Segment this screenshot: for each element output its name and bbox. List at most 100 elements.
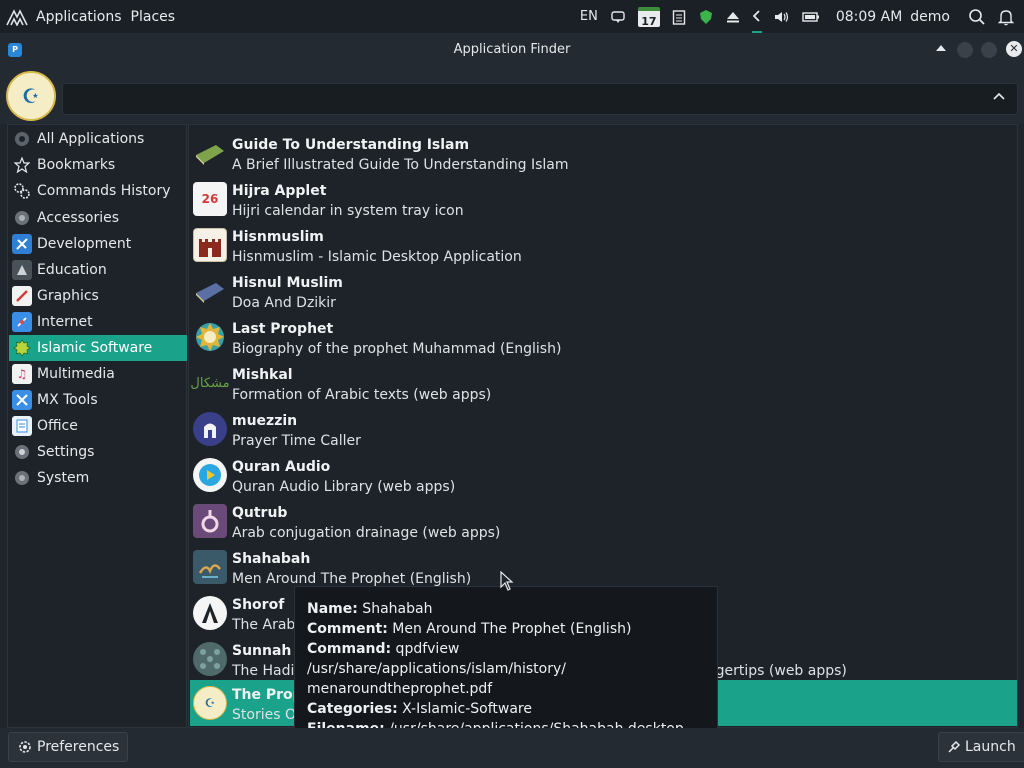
shahabah-icon [193,550,227,584]
applications-menu[interactable]: Applications [36,9,122,25]
list-item[interactable]: Shahabah Men Around The Prophet (English… [190,544,1017,590]
islamic-icon [12,338,32,358]
notification-icon[interactable] [610,0,626,33]
maximize-button[interactable] [981,42,997,58]
education-icon [12,260,32,280]
language-indicator[interactable]: EN [580,0,598,33]
user-name[interactable]: demo [910,9,950,25]
places-menu[interactable]: Places [131,9,176,25]
search-icon[interactable] [968,0,986,33]
category-islamic-software[interactable]: Islamic Software [9,335,187,361]
prophet-icon: ☪ [193,686,227,720]
app-emblem-icon: ☪ [6,71,56,121]
tooltip-command-value-cont: menaroundtheprophet.pdf [307,681,493,697]
calendar-day: 17 [637,6,660,28]
category-label: Internet [37,314,93,330]
list-item[interactable]: 26 Hijra Applet Hijri calendar in system… [190,176,1017,222]
play-icon [193,458,227,492]
tooltip-comment-value: Men Around The Prophet (English) [387,621,632,637]
preferences-label: Preferences [37,739,120,755]
clipboard-icon[interactable] [672,0,686,33]
multimedia-icon: ♫ [12,364,32,384]
window-titlebar[interactable]: P Application Finder ✕ [0,33,1024,67]
calendar-tray-icon[interactable]: 17 [637,0,660,33]
battery-icon[interactable] [802,0,820,33]
category-mx-tools[interactable]: MX Tools [9,387,187,413]
shield-icon[interactable] [698,0,714,33]
category-label: Settings [37,444,95,460]
collapse-chevron-icon[interactable] [992,91,1006,101]
calligraphy-icon: مشكال [190,375,230,391]
category-all-applications[interactable]: All Applications [9,126,187,152]
category-label: System [37,470,90,486]
category-settings[interactable]: Settings [9,439,187,465]
shorof-icon [193,596,227,630]
category-accessories[interactable]: Accessories [9,205,187,231]
settings-icon [12,442,32,462]
calendar-icon: 26 [193,182,227,216]
list-item[interactable]: مشكال Mishkal Formation of Arabic texts … [190,360,1017,406]
star-icon [12,155,32,175]
tooltip-categories-label: Categories: [307,701,398,717]
list-item[interactable]: Qutrub Arab conjugation drainage (web ap… [190,498,1017,544]
list-item[interactable]: Hisnul Muslim Doa And Dzikir [190,268,1017,314]
category-internet[interactable]: Internet [9,309,187,335]
list-item[interactable]: Quran Audio Quran Audio Library (web app… [190,452,1017,498]
category-multimedia[interactable]: ♫ Multimedia [9,361,187,387]
book-icon [193,136,227,170]
category-label: Office [37,418,78,434]
category-bookmarks[interactable]: Bookmarks [9,152,187,178]
pattern-icon [193,642,227,676]
accessories-icon [12,208,32,228]
volume-icon[interactable] [774,0,790,33]
category-system[interactable]: System [9,465,187,491]
close-button[interactable]: ✕ [1006,41,1022,57]
all-apps-icon [12,129,32,149]
tray-expand-icon[interactable] [751,0,762,33]
keep-above-icon[interactable] [936,45,946,51]
top-panel: Applications Places EN 17 08:09 AM demo [0,0,1024,33]
mouse-cursor-icon [500,571,514,591]
launch-button[interactable]: Launch [938,732,1024,762]
category-commands-history[interactable]: Commands History [9,178,187,204]
category-graphics[interactable]: Graphics [9,283,187,309]
category-development[interactable]: Development [9,231,187,257]
launch-icon [948,740,961,753]
muezzin-icon [193,412,227,446]
clock[interactable]: 08:09 AM [836,9,902,25]
category-label: Development [37,236,132,252]
tooltip-categories-value: X-Islamic-Software [397,701,532,717]
category-label: Islamic Software [37,340,153,356]
category-label: Graphics [37,288,99,304]
category-list: All Applications Bookmarks Commands Hist… [7,124,187,728]
qutrub-icon [193,504,227,538]
internet-icon [12,312,32,332]
tooltip-comment-label: Comment: [307,621,388,637]
category-label: Commands History [37,183,171,199]
bell-icon[interactable] [998,0,1014,33]
tooltip-command-label: Command: [307,641,392,657]
preferences-button[interactable]: Preferences [8,732,129,762]
category-education[interactable]: Education [9,257,187,283]
mx-tools-icon [12,390,32,410]
tooltip-name-label: Name: [307,601,358,617]
eject-icon[interactable] [726,0,740,33]
gears-icon [12,181,32,201]
system-icon [12,468,32,488]
minimize-button[interactable] [957,42,973,58]
book-icon [193,274,227,308]
category-label: Multimedia [37,366,115,382]
window-title: Application Finder [453,42,571,57]
list-item[interactable]: Hisnmuslim Hisnmuslim - Islamic Desktop … [190,222,1017,268]
category-label: Bookmarks [37,157,116,173]
category-label: Accessories [37,210,120,226]
category-office[interactable]: Office [9,413,187,439]
list-item[interactable]: Guide To Understanding Islam A Brief Ill… [190,130,1017,176]
bottom-bar: Preferences Launch [0,728,1024,768]
search-input[interactable] [62,83,1018,115]
category-label: Education [37,262,107,278]
list-item[interactable]: Last Prophet Biography of the prophet Mu… [190,314,1017,360]
fortress-icon [193,228,227,262]
list-item[interactable]: muezzin Prayer Time Caller [190,406,1017,452]
mx-logo-icon[interactable] [6,8,28,26]
